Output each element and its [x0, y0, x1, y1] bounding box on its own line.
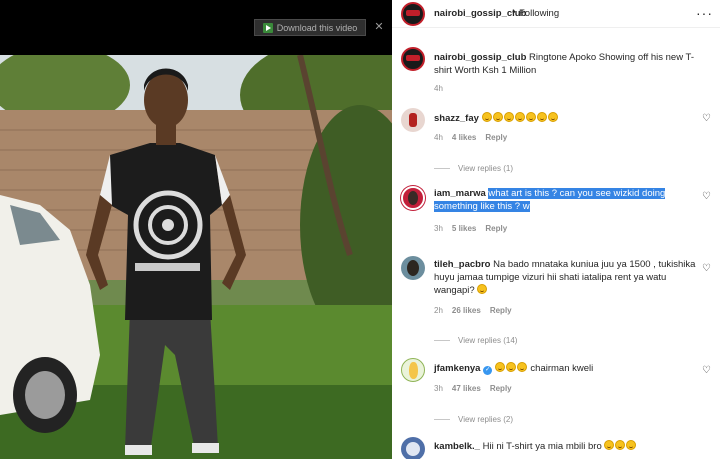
- avatar[interactable]: [401, 358, 425, 382]
- separator-dot: •: [512, 7, 516, 18]
- divider: [434, 340, 450, 341]
- avatar[interactable]: [401, 256, 425, 280]
- view-replies-button[interactable]: View replies (1): [434, 164, 513, 173]
- view-replies-label: View replies (14): [458, 336, 518, 345]
- view-replies-button[interactable]: View replies (2): [434, 415, 513, 424]
- divider: [434, 419, 450, 420]
- comment-username[interactable]: tileh_pacbro: [434, 259, 491, 270]
- comment-text: iam_marwa what art is this ? can you see…: [434, 188, 696, 213]
- comment-username[interactable]: jfamkenya: [434, 363, 480, 374]
- post-caption: nairobi_gossip_club Ringtone Apoko Showi…: [434, 51, 704, 77]
- comment-text: jfamkenya ✓ chairman kweli: [434, 362, 696, 376]
- heart-outline-icon[interactable]: ♡: [702, 366, 712, 376]
- comment-username[interactable]: kambelk._: [434, 441, 480, 452]
- caption-username[interactable]: nairobi_gossip_club: [434, 52, 526, 63]
- comment-text: kambelk._ Hii ni T-shirt ya mia mbili br…: [434, 440, 696, 454]
- comment-body: chairman kweli: [530, 363, 594, 374]
- close-icon[interactable]: ✕: [372, 20, 386, 34]
- comment-text: shazz_fay: [434, 112, 696, 126]
- view-replies-label: View replies (2): [458, 415, 513, 424]
- view-replies-button[interactable]: View replies (14): [434, 336, 517, 345]
- caption-avatar[interactable]: [401, 47, 425, 71]
- comment-username[interactable]: shazz_fay: [434, 113, 479, 124]
- laughing-emoji-icon: [525, 112, 536, 122]
- comment-meta: 4h 4 likes Reply: [434, 133, 507, 142]
- laughing-emoji-icon: [477, 284, 488, 294]
- comment-text: tileh_pacbro Na bado mnataka kuniua juu …: [434, 259, 696, 298]
- following-button[interactable]: Following: [519, 8, 559, 19]
- laughing-emoji-icon: [505, 362, 516, 372]
- emoji-group: [481, 112, 559, 124]
- download-video-label: Download this video: [276, 22, 358, 33]
- comment-username[interactable]: iam_marwa: [434, 188, 486, 199]
- laughing-emoji-icon: [536, 112, 547, 122]
- avatar[interactable]: [401, 437, 425, 459]
- laughing-emoji-icon: [481, 112, 492, 122]
- laughing-emoji-icon: [514, 112, 525, 122]
- reply-button[interactable]: Reply: [485, 224, 507, 233]
- avatar[interactable]: [401, 2, 425, 26]
- heart-outline-icon[interactable]: ♡: [702, 264, 712, 274]
- laughing-emoji-icon: [604, 440, 615, 450]
- reply-button[interactable]: Reply: [490, 384, 512, 393]
- video-frame-image: [0, 55, 392, 459]
- heart-outline-icon[interactable]: ♡: [702, 114, 712, 124]
- comment-timestamp: 4h: [434, 133, 443, 142]
- comment-meta: 2h 26 likes Reply: [434, 306, 512, 315]
- video-download-icon: [262, 22, 273, 33]
- comment-meta: 3h 5 likes Reply: [434, 224, 507, 233]
- more-options-icon[interactable]: ···: [696, 5, 713, 21]
- laughing-emoji-icon: [516, 362, 527, 372]
- comment-timestamp: 3h: [434, 384, 443, 393]
- laughing-emoji-icon: [626, 440, 637, 450]
- laughing-emoji-icon: [503, 112, 514, 122]
- post-panel: nairobi_gossip_club • Following ··· nair…: [392, 0, 720, 459]
- comment-timestamp: 3h: [434, 224, 443, 233]
- comment-likes[interactable]: 26 likes: [452, 306, 481, 315]
- reply-button[interactable]: Reply: [490, 306, 512, 315]
- comment-likes[interactable]: 47 likes: [452, 384, 481, 393]
- avatar[interactable]: [401, 186, 425, 210]
- laughing-emoji-icon: [547, 112, 558, 122]
- comment-meta: 3h 47 likes Reply: [434, 384, 512, 393]
- caption-timestamp: 4h: [434, 84, 443, 93]
- heart-outline-icon[interactable]: ♡: [702, 192, 712, 202]
- divider: [434, 168, 450, 169]
- view-replies-label: View replies (1): [458, 164, 513, 173]
- comment-timestamp: 2h: [434, 306, 443, 315]
- comment-likes[interactable]: 4 likes: [452, 133, 476, 142]
- reply-button[interactable]: Reply: [485, 133, 507, 142]
- verified-badge-icon: ✓: [483, 366, 493, 375]
- post-header: nairobi_gossip_club • Following ···: [392, 0, 720, 28]
- comment-likes[interactable]: 5 likes: [452, 224, 476, 233]
- video-player[interactable]: Download this video ✕: [0, 0, 392, 459]
- avatar[interactable]: [401, 108, 425, 132]
- download-video-button[interactable]: Download this video: [254, 19, 366, 36]
- laughing-emoji-icon: [492, 112, 503, 122]
- laughing-emoji-icon: [615, 440, 626, 450]
- comment-body: Hii ni T-shirt ya mia mbili bro: [482, 441, 602, 452]
- laughing-emoji-icon: [494, 362, 505, 372]
- video-frame[interactable]: [0, 55, 392, 459]
